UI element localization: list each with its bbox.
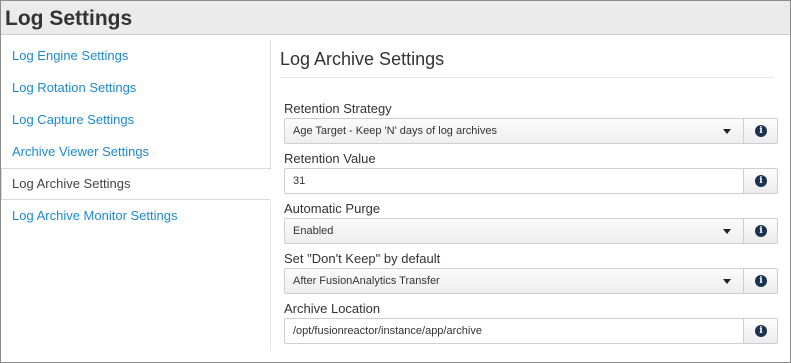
info-icon: i — [755, 325, 767, 337]
retention-strategy-select[interactable]: Age Target - Keep 'N' days of log archiv… — [284, 118, 744, 144]
retention-value-field: Retention Value 31 i — [284, 150, 778, 194]
retention-strategy-value: Age Target - Keep 'N' days of log archiv… — [293, 125, 497, 137]
sidebar-item-log-capture-settings[interactable]: Log Capture Settings — [2, 104, 270, 136]
caret-down-icon — [723, 129, 731, 134]
info-icon: i — [755, 175, 767, 187]
info-icon: i — [755, 225, 767, 237]
dont-keep-default-info-button[interactable]: i — [744, 268, 778, 294]
retention-strategy-label: Retention Strategy — [284, 101, 392, 116]
caret-down-icon — [723, 279, 731, 284]
archive-location-field: Archive Location /opt/fusionreactor/inst… — [284, 300, 778, 344]
caret-down-icon — [723, 229, 731, 234]
retention-value-info-button[interactable]: i — [744, 168, 778, 194]
dont-keep-default-select[interactable]: After FusionAnalytics Transfer — [284, 268, 744, 294]
retention-value-input[interactable]: 31 — [284, 168, 744, 194]
dont-keep-default-field: Set "Don't Keep" by default After Fusion… — [284, 250, 778, 294]
retention-value-text: 31 — [293, 175, 306, 187]
info-icon: i — [755, 275, 767, 287]
archive-location-text: /opt/fusionreactor/instance/app/archive — [293, 325, 482, 337]
divider — [280, 77, 774, 78]
retention-strategy-info-button[interactable]: i — [744, 118, 778, 144]
retention-strategy-field: Retention Strategy Age Target - Keep 'N'… — [284, 100, 778, 144]
dont-keep-default-label: Set "Don't Keep" by default — [284, 251, 441, 266]
main-content: Log Archive Settings Retention Strategy … — [280, 40, 780, 344]
info-icon: i — [755, 125, 767, 137]
sidebar-item-log-engine-settings[interactable]: Log Engine Settings — [2, 40, 270, 72]
sidebar-nav: Log Engine Settings Log Rotation Setting… — [1, 40, 270, 232]
sidebar-divider — [270, 201, 271, 351]
page-header: Log Settings — [1, 1, 790, 35]
automatic-purge-info-button[interactable]: i — [744, 218, 778, 244]
sidebar-item-log-archive-settings[interactable]: Log Archive Settings — [1, 168, 270, 200]
sidebar-item-log-rotation-settings[interactable]: Log Rotation Settings — [2, 72, 270, 104]
retention-value-label: Retention Value — [284, 151, 376, 166]
sidebar-item-log-archive-monitor-settings[interactable]: Log Archive Monitor Settings — [2, 200, 270, 232]
automatic-purge-value: Enabled — [293, 225, 334, 237]
archive-location-label: Archive Location — [284, 301, 381, 316]
archive-location-input[interactable]: /opt/fusionreactor/instance/app/archive — [284, 318, 744, 344]
automatic-purge-select[interactable]: Enabled — [284, 218, 744, 244]
page-title: Log Settings — [5, 7, 133, 30]
sidebar-item-archive-viewer-settings[interactable]: Archive Viewer Settings — [2, 136, 270, 168]
sidebar-divider — [270, 40, 271, 170]
archive-location-info-button[interactable]: i — [744, 318, 778, 344]
section-title: Log Archive Settings — [280, 49, 445, 69]
automatic-purge-label: Automatic Purge — [284, 201, 381, 216]
dont-keep-default-value: After FusionAnalytics Transfer — [293, 275, 440, 287]
automatic-purge-field: Automatic Purge Enabled i — [284, 200, 778, 244]
